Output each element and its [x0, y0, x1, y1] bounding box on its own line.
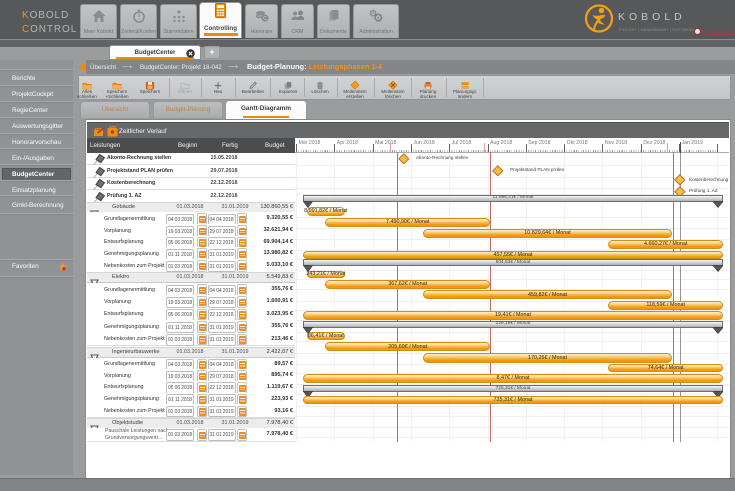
- svg-text:C: C: [263, 16, 267, 22]
